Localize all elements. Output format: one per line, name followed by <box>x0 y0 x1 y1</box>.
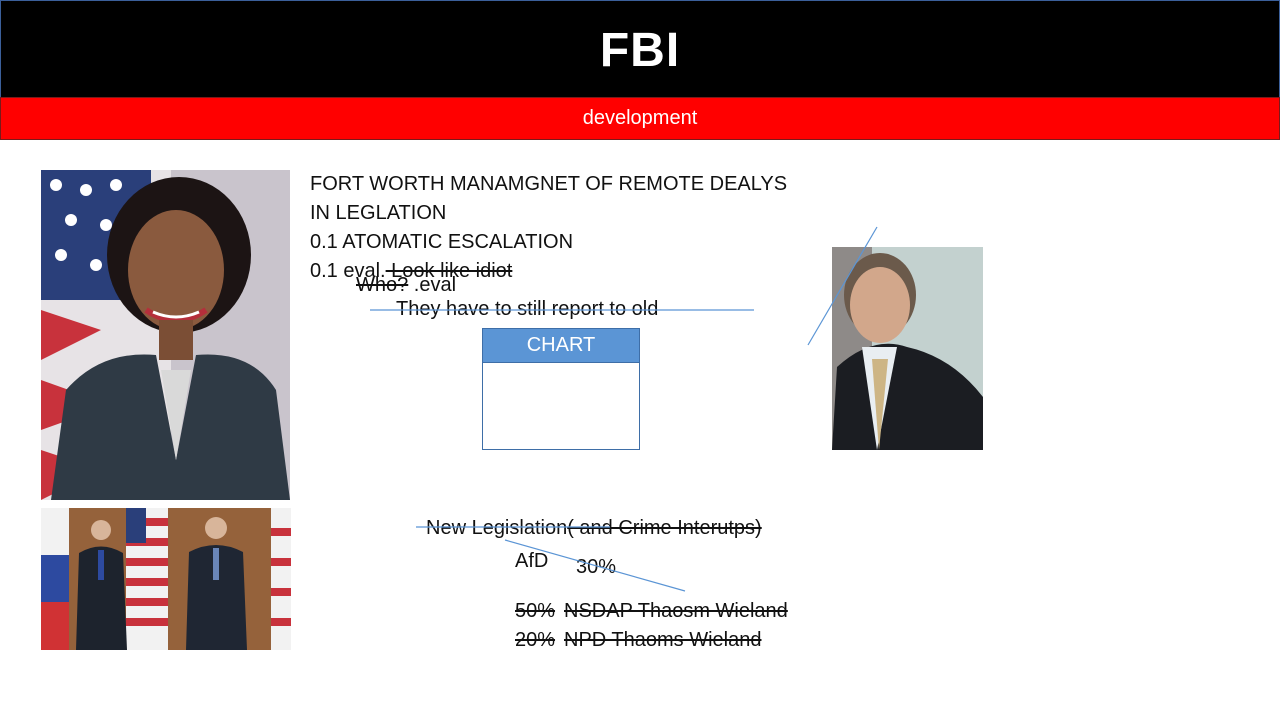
party-value: 30% <box>576 556 617 578</box>
legislation-heading-text: New Legislation <box>426 517 568 539</box>
notes-line-2: IN LEGLATION <box>310 202 447 224</box>
notes-line-3: 0.1 ATOMATIC ESCALATION <box>310 231 574 253</box>
who-suffix: .eval <box>408 274 457 296</box>
subtitle-bar: development <box>0 97 1280 140</box>
report-line: They have to still report to old <box>396 298 659 320</box>
chart-header: CHART <box>483 329 639 363</box>
row-2-label: NPD Thaoms Wieland <box>564 629 762 651</box>
slide-subtitle: development <box>582 107 698 129</box>
who-annotation: Who? .eval <box>356 273 456 297</box>
notes-line-1: FORT WORTH MANAMGNET OF REMOTE DEALYS <box>310 173 788 195</box>
row-1-label: NSDAP Thaosm Wieland <box>564 600 788 622</box>
row-2-pct: 20% <box>515 629 556 651</box>
row-1-pct: 50% <box>515 600 556 622</box>
party-label: AfD <box>515 550 549 572</box>
legislation-heading-struck: ( and Crime Interutps) <box>567 517 762 539</box>
chart-placeholder: CHART <box>482 328 640 450</box>
group-photo-diplomats <box>41 508 291 650</box>
title-bar: FBI <box>0 0 1280 97</box>
slide-title: FBI <box>599 24 681 77</box>
portrait-photo-woman <box>41 170 290 500</box>
portrait-photo-man <box>832 247 983 450</box>
legislation-heading: New Legislation( and Crime Interutps) <box>426 516 762 540</box>
who-struck: Who? <box>356 274 409 296</box>
